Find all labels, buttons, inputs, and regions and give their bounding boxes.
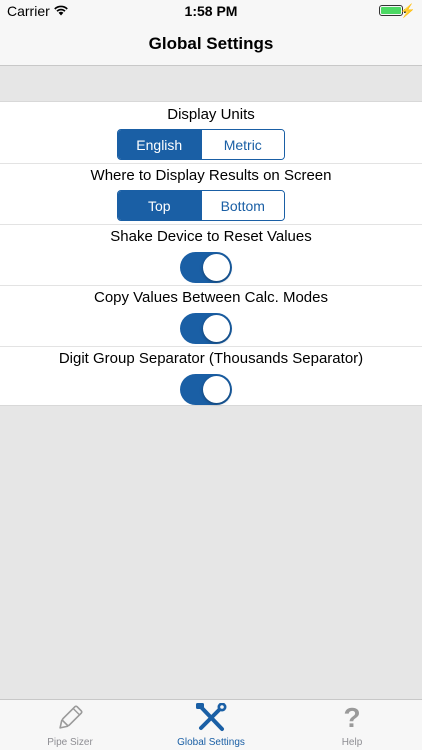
display-units-segmented-control: English Metric [117,129,285,160]
tab-global-settings[interactable]: Global Settings [141,700,281,750]
tab-bar: Pipe Sizer Global Settings ? Help [0,699,422,750]
clock: 1:58 PM [184,3,238,19]
copy-values-label: Copy Values Between Calc. Modes [93,289,328,306]
tab-global-settings-label: Global Settings [177,737,245,748]
segment-top[interactable]: Top [118,191,201,220]
charging-bolt-icon: ⚡ [399,3,416,18]
tab-pipe-sizer-label: Pipe Sizer [47,737,93,748]
page-title: Global Settings [148,34,274,53]
question-icon: ? [343,702,361,733]
copy-values-toggle[interactable] [180,313,232,344]
results-position-row: Where to Display Results on Screen Top B… [0,163,422,224]
shake-reset-toggle[interactable] [180,252,232,283]
pencil-icon [59,705,83,729]
tab-pipe-sizer[interactable]: Pipe Sizer [0,700,140,750]
status-bar: Carrier 1:58 PM ⚡ [0,0,422,22]
digit-separator-row: Digit Group Separator (Thousands Separat… [0,346,422,407]
copy-values-row: Copy Values Between Calc. Modes [0,285,422,346]
segment-bottom[interactable]: Bottom [200,191,284,220]
tab-help-label: Help [341,737,363,748]
shake-reset-label: Shake Device to Reset Values [110,228,312,245]
digit-separator-toggle[interactable] [180,374,232,405]
digit-separator-label: Digit Group Separator (Thousands Separat… [58,350,364,367]
tools-icon [196,703,227,731]
results-position-segmented-control: Top Bottom [117,190,285,221]
tab-help[interactable]: ? Help [282,700,422,750]
segment-english[interactable]: English [118,130,201,159]
navigation-bar: Carrier 1:58 PM ⚡ Global Settings [0,0,422,66]
shake-reset-row: Shake Device to Reset Values [0,224,422,285]
results-position-label: Where to Display Results on Screen [90,167,332,184]
display-units-row: Display Units English Metric [0,102,422,163]
settings-panel: Display Units English Metric Where to Di… [0,101,422,406]
display-units-label: Display Units [167,106,255,123]
segment-metric[interactable]: Metric [200,130,284,159]
